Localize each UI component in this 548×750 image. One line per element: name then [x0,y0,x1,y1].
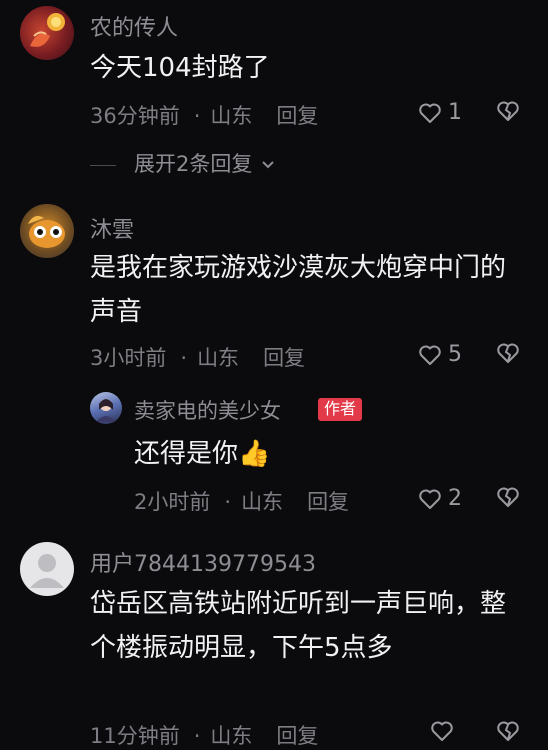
like-button[interactable]: 5 [418,342,462,367]
comment-item: 沐雲 是我在家玩游戏沙漠灰大炮穿中门的声音 3小时前 · 山东 回复 5 卖家电的美少… [0,196,548,536]
comment-time: 36分钟前 [90,104,180,128]
comment-time: 3小时前 [90,346,167,370]
dislike-button[interactable] [496,720,520,746]
reply-time: 2小时前 [134,490,211,514]
comment-meta: 11分钟前 · 山东 回复 [90,720,318,750]
reply-text: 还得是你👍 [134,439,271,469]
comment-location: 山东 [210,724,253,748]
comment-item: 用户7844139779543 岱岳区高铁站附近听到一声巨响，整个楼振动明显，下… [0,536,548,750]
chevron-down-icon [262,161,274,169]
dislike-button[interactable] [496,342,520,368]
comment-text: 岱岳区高铁站附近听到一声巨响，整个楼振动明显，下午5点多 [90,589,507,663]
heart-icon [419,103,441,123]
reply-button[interactable]: 回复 [263,346,305,370]
reply-meta: 2小时前 · 山东 回复 [134,486,349,516]
dislike-button[interactable] [496,100,520,126]
like-button[interactable]: 2 [418,486,462,511]
like-button[interactable] [430,720,460,742]
separator: · [180,346,188,370]
reply-button[interactable]: 回复 [276,724,318,748]
reply-location: 山东 [241,490,284,514]
heart-icon [419,345,441,365]
separator: · [193,104,201,128]
comment-meta: 36分钟前 · 山东 回复 [90,100,318,130]
dislike-button[interactable] [496,486,520,512]
avatar[interactable] [20,542,74,596]
comment-username[interactable]: 沐雲 [90,212,134,244]
comment-location: 山东 [210,104,253,128]
divider [90,164,116,166]
comment-item: 农的传人 今天104封路了 36分钟前 · 山东 回复 1 展开2条回复 [0,0,548,190]
avatar-image [30,13,65,47]
avatar-image [96,399,116,422]
comment-meta: 3小时前 · 山东 回复 [90,342,305,372]
comment-username[interactable]: 农的传人 [90,10,178,42]
heart-icon [419,489,441,509]
separator: · [224,490,232,514]
reply-username[interactable]: 卖家电的美少女 [134,395,281,425]
reply-button[interactable]: 回复 [307,490,349,514]
expand-replies-label: 展开2条回复 [134,152,253,176]
like-count: 1 [448,100,462,125]
comment-text: 是我在家玩游戏沙漠灰大炮穿中门的声音 [90,253,507,327]
avatar-image [28,216,65,248]
broken-heart-icon [497,343,519,363]
broken-heart-icon [497,101,519,121]
like-count: 5 [448,342,462,367]
comment-time: 11分钟前 [90,724,180,748]
comment-location: 山东 [197,346,240,370]
comment-text: 今天104封路了 [90,53,270,83]
default-avatar-icon [30,554,64,588]
broken-heart-icon [497,721,519,741]
author-badge: 作者 [318,398,363,421]
avatar[interactable] [20,6,74,60]
like-count: 2 [448,486,462,511]
expand-replies-button[interactable]: 展开2条回复 [90,148,275,178]
reply-avatar[interactable] [90,392,122,424]
separator: · [193,724,201,748]
broken-heart-icon [497,487,519,507]
heart-icon [431,721,453,741]
reply-button[interactable]: 回复 [276,104,318,128]
avatar[interactable] [20,204,74,258]
like-button[interactable]: 1 [418,100,462,125]
comment-username[interactable]: 用户7844139779543 [90,546,316,578]
